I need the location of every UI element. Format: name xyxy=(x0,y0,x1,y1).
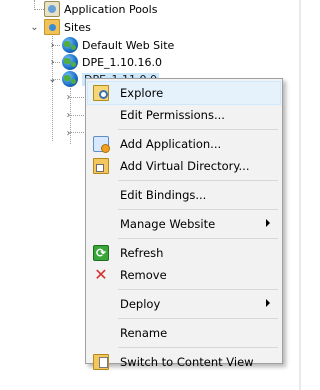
menu-item-add-virtual-directory[interactable]: Add Virtual Directory... xyxy=(88,155,280,177)
context-menu: Explore Edit Permissions... Add Applicat… xyxy=(85,78,283,370)
menu-separator xyxy=(118,318,278,319)
tree-item-child[interactable]: › xyxy=(64,88,73,106)
menu-item-label: Rename xyxy=(120,326,168,340)
chevron-right-icon[interactable]: › xyxy=(64,110,73,120)
menu-item-label: Refresh xyxy=(120,246,164,260)
tree-item-child[interactable]: › xyxy=(64,124,73,142)
menu-item-refresh[interactable]: ⟳ Refresh xyxy=(88,242,280,264)
tree-item-sites[interactable]: ⌄ Sites xyxy=(30,18,91,36)
menu-item-explore[interactable]: Explore xyxy=(87,81,281,105)
website-globe-icon xyxy=(62,37,78,53)
menu-separator xyxy=(118,209,278,210)
tree-item-site[interactable]: › Default Web Site xyxy=(48,36,174,54)
submenu-arrow-icon xyxy=(266,299,270,307)
sites-folder-icon xyxy=(44,19,60,35)
website-globe-icon xyxy=(62,54,78,70)
menu-item-label: Edit Bindings... xyxy=(120,188,207,202)
menu-separator xyxy=(118,347,278,348)
submenu-arrow-icon xyxy=(266,219,270,227)
add-virtual-directory-icon xyxy=(93,158,109,174)
tree-item-label: Application Pools xyxy=(64,2,158,16)
chevron-right-icon[interactable]: › xyxy=(64,92,73,102)
menu-item-label: Remove xyxy=(120,268,167,282)
tree-connector xyxy=(34,9,44,10)
tree-item-child[interactable]: › xyxy=(64,106,73,124)
website-globe-icon xyxy=(62,71,78,87)
menu-item-remove[interactable]: ✕ Remove xyxy=(88,264,280,286)
menu-item-add-application[interactable]: Add Application... xyxy=(88,133,280,155)
menu-separator xyxy=(118,289,278,290)
chevron-right-icon[interactable]: › xyxy=(48,57,57,67)
tree-item-label: DPE_1.10.16.0 xyxy=(82,55,163,69)
menu-item-label: Explore xyxy=(120,86,164,100)
menu-item-edit-bindings[interactable]: Edit Bindings... xyxy=(88,184,280,206)
menu-item-edit-permissions[interactable]: Edit Permissions... xyxy=(88,104,280,126)
menu-item-label: Switch to Content View xyxy=(120,355,254,369)
menu-separator xyxy=(118,180,278,181)
menu-item-deploy[interactable]: Deploy xyxy=(88,293,280,315)
menu-item-label: Add Virtual Directory... xyxy=(120,159,250,173)
refresh-icon: ⟳ xyxy=(93,245,109,261)
menu-item-switch-to-content-view[interactable]: Switch to Content View xyxy=(88,351,280,373)
menu-separator xyxy=(118,129,278,130)
scrollbar[interactable] xyxy=(299,0,301,390)
tree-item-label: Default Web Site xyxy=(82,38,175,52)
tree-item-label: Sites xyxy=(64,20,91,34)
menu-item-manage-website[interactable]: Manage Website xyxy=(88,213,280,235)
menu-item-label: Manage Website xyxy=(120,217,216,231)
chevron-down-icon[interactable]: ⌄ xyxy=(30,22,39,32)
tree-item-site[interactable]: › DPE_1.10.16.0 xyxy=(48,53,162,71)
chevron-down-icon[interactable]: ⌄ xyxy=(48,74,57,84)
menu-item-label: Edit Permissions... xyxy=(120,108,225,122)
add-application-icon xyxy=(93,136,110,153)
chevron-right-icon[interactable]: › xyxy=(64,128,73,138)
tree-item-application-pools[interactable]: Application Pools xyxy=(44,0,157,18)
remove-icon: ✕ xyxy=(94,265,108,284)
menu-item-rename[interactable]: Rename xyxy=(88,322,280,344)
content-view-icon xyxy=(93,354,109,370)
explore-icon xyxy=(93,85,109,101)
application-pools-icon xyxy=(44,1,60,17)
menu-item-label: Add Application... xyxy=(120,137,222,151)
chevron-right-icon[interactable]: › xyxy=(48,40,57,50)
menu-item-label: Deploy xyxy=(120,297,161,311)
menu-separator xyxy=(118,238,278,239)
